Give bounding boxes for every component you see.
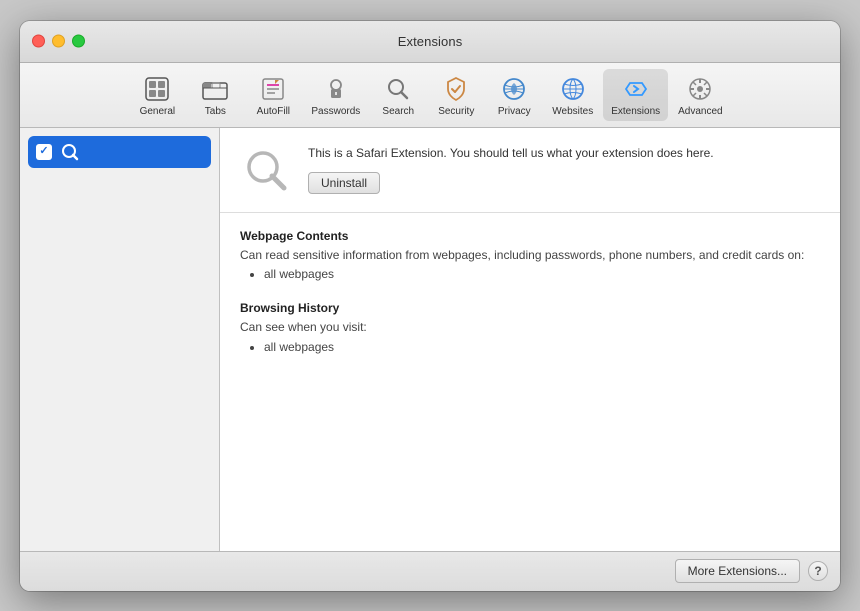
search-label: Search (382, 107, 414, 117)
tab-advanced[interactable]: Advanced (670, 69, 730, 121)
extension-info-section: This is a Safari Extension. You should t… (220, 128, 840, 213)
safari-preferences-window: Extensions General (20, 21, 840, 591)
permission-list-history: all webpages (240, 340, 820, 354)
tabs-icon (199, 73, 231, 105)
tab-tabs[interactable]: Tabs (187, 69, 243, 121)
tab-websites[interactable]: Websites (544, 69, 601, 121)
extension-details: This is a Safari Extension. You should t… (308, 144, 820, 194)
titlebar: Extensions (20, 21, 840, 63)
passwords-label: Passwords (311, 107, 360, 117)
extension-description: This is a Safari Extension. You should t… (308, 144, 820, 162)
privacy-icon (498, 73, 530, 105)
window-title: Extensions (398, 34, 463, 49)
websites-label: Websites (552, 107, 593, 117)
permission-list-item: all webpages (264, 267, 820, 281)
toolbar: General Tabs (20, 63, 840, 128)
footer: More Extensions... ? (20, 551, 840, 591)
tab-privacy[interactable]: Privacy (486, 69, 542, 121)
autofill-icon (257, 73, 289, 105)
minimize-button[interactable] (52, 35, 65, 48)
tabs-label: Tabs (205, 107, 226, 117)
close-button[interactable] (32, 35, 45, 48)
privacy-label: Privacy (498, 107, 531, 117)
search-icon (382, 73, 414, 105)
sidebar-item-search-ext[interactable]: ✓ (28, 136, 211, 168)
extension-icon (240, 144, 292, 196)
tab-security[interactable]: Security (428, 69, 484, 121)
help-button[interactable]: ? (808, 561, 828, 581)
permission-desc-history: Can see when you visit: (240, 319, 820, 336)
tab-general[interactable]: General (129, 69, 185, 121)
security-label: Security (438, 107, 474, 117)
autofill-label: AutoFill (257, 107, 290, 117)
extensions-icon (620, 73, 652, 105)
tab-extensions[interactable]: Extensions (603, 69, 668, 121)
passwords-icon (320, 73, 352, 105)
general-icon (141, 73, 173, 105)
detail-panel: MALWARETIPS This is a Safari Extension. … (220, 128, 840, 551)
extensions-label: Extensions (611, 107, 660, 117)
main-content: ✓ MALWARETIPS (20, 128, 840, 551)
extension-checkbox[interactable]: ✓ (36, 144, 52, 160)
permission-list-item: all webpages (264, 340, 820, 354)
permission-group-history: Browsing History Can see when you visit:… (240, 301, 820, 354)
uninstall-button[interactable]: Uninstall (308, 172, 380, 194)
permission-title-webpage: Webpage Contents (240, 229, 820, 243)
tab-autofill[interactable]: AutoFill (245, 69, 301, 121)
more-extensions-button[interactable]: More Extensions... (675, 559, 800, 583)
window-controls (32, 35, 85, 48)
general-label: General (140, 107, 176, 117)
websites-icon (557, 73, 589, 105)
permission-title-history: Browsing History (240, 301, 820, 315)
advanced-label: Advanced (678, 107, 722, 117)
sidebar-ext-icon (60, 142, 80, 162)
advanced-icon (684, 73, 716, 105)
sidebar: ✓ (20, 128, 220, 551)
permission-desc-webpage: Can read sensitive information from webp… (240, 247, 820, 264)
tab-search[interactable]: Search (370, 69, 426, 121)
permission-list-webpage: all webpages (240, 267, 820, 281)
tab-passwords[interactable]: Passwords (303, 69, 368, 121)
maximize-button[interactable] (72, 35, 85, 48)
permission-group-webpage: Webpage Contents Can read sensitive info… (240, 229, 820, 282)
checkmark-icon: ✓ (39, 146, 48, 157)
security-icon (440, 73, 472, 105)
permissions-section: Webpage Contents Can read sensitive info… (220, 213, 840, 551)
